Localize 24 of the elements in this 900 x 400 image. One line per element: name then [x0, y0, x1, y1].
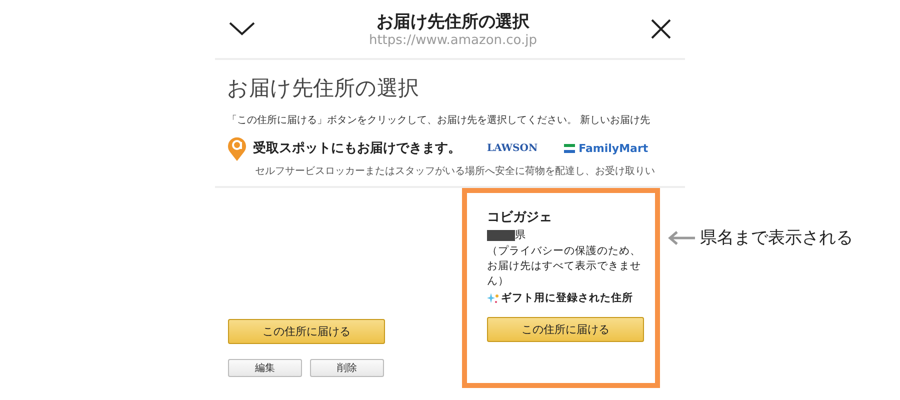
familymart-logo: FamilyMart [578, 142, 648, 154]
url-text: https://www.amazon.co.jp [368, 33, 538, 48]
lawson-logo: LAWSON [487, 142, 538, 154]
pickup-title: 受取スポットにもお届けできます。 [253, 140, 461, 157]
prefecture-text: 県 [515, 228, 526, 242]
redaction-bar [487, 230, 515, 240]
recipient-name: コビガジェ [487, 209, 553, 226]
stripes-icon [564, 144, 575, 152]
chevron-down-icon[interactable] [229, 22, 255, 36]
pin-icon [227, 135, 247, 161]
gift-address-label: ギフト用に登録された住所 [501, 291, 633, 305]
privacy-note: （プライバシーの保護のため、お届け先はすべて表示できません） [487, 244, 642, 289]
deliver-button[interactable]: この住所に届ける [228, 319, 385, 344]
window-title: お届け先住所の選択 [376, 11, 530, 33]
deliver-button[interactable]: この住所に届ける [487, 317, 644, 342]
annotation-text: 県名まで表示される [700, 227, 853, 249]
page-heading: お届け先住所の選択 [227, 75, 420, 102]
arrow-icon [668, 230, 696, 244]
pickup-description: セルフサービスロッカーまたはスタッフがいる場所へ安全に荷物を配達し、お受け取りい [255, 164, 656, 178]
instruction-text: 「この住所に届ける」ボタンをクリックして、お届け先を選択してください。 新しいお届け先 [227, 114, 650, 127]
close-icon[interactable] [651, 19, 671, 39]
action-button[interactable]: 削除 [310, 359, 384, 377]
sparkle-icon [487, 292, 499, 304]
action-button[interactable]: 編集 [228, 359, 302, 377]
